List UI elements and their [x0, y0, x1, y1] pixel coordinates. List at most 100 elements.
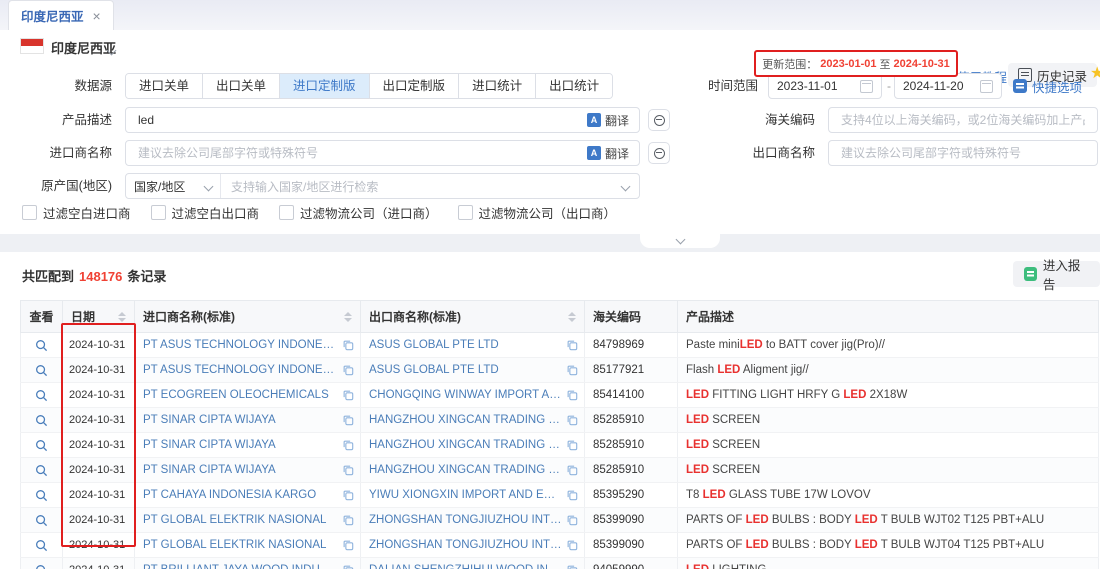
quick-options-link[interactable]: 快捷选项 — [1013, 73, 1082, 99]
importer-link[interactable]: PT GLOBAL ELEKTRIK NASIONAL — [143, 539, 338, 551]
copy-icon[interactable] — [342, 489, 354, 501]
data-source-option[interactable]: 出口定制版 — [369, 74, 459, 98]
origin-type-value: 国家/地区 — [134, 178, 185, 195]
translate-button[interactable]: 翻译 — [587, 112, 629, 129]
origin-search-input[interactable]: 支持输入国家/地区进行检索 — [221, 178, 639, 195]
data-source-option[interactable]: 进口统计 — [458, 74, 535, 98]
checkbox-icon[interactable] — [22, 205, 37, 220]
product-desc-history-button[interactable] — [648, 109, 670, 131]
checkbox-icon[interactable] — [151, 205, 166, 220]
sort-icon[interactable] — [568, 312, 576, 322]
tab-indonesia[interactable]: 印度尼西亚 × — [8, 0, 114, 31]
product-desc-cell: LED SCREEN — [678, 458, 1099, 483]
importer-link[interactable]: PT ASUS TECHNOLOGY INDONESIA BA... — [143, 364, 338, 376]
header-exporter: 出口商名称(标准) — [361, 301, 585, 333]
date-cell: 2024-10-31 — [63, 533, 135, 558]
exporter-link[interactable]: ZHONGSHAN TONGJIUZHOU INTERNA... — [369, 514, 562, 526]
copy-icon[interactable] — [566, 539, 578, 551]
filter-checkbox[interactable]: 过滤物流公司（出口商） — [458, 203, 617, 222]
translate-icon — [587, 113, 601, 127]
copy-icon[interactable] — [566, 339, 578, 351]
filter-checkbox[interactable]: 过滤空白进口商 — [22, 203, 131, 222]
copy-icon[interactable] — [342, 564, 354, 569]
copy-icon[interactable] — [342, 514, 354, 526]
table-header-row: 查看 日期 进口商名称(标准) 出口商名称(标准) 海关编码 产品描述 — [21, 301, 1099, 333]
exporter-link[interactable]: DALIAN SHENGZHIHUI WOOD INDUST... — [369, 564, 562, 569]
importer-link[interactable]: PT GLOBAL ELEKTRIK NASIONAL — [143, 514, 338, 526]
enter-report-button[interactable]: 进入报告 — [1013, 261, 1100, 287]
copy-icon[interactable] — [566, 414, 578, 426]
exporter-link[interactable]: ASUS GLOBAL PTE LTD — [369, 339, 562, 351]
data-source-option[interactable]: 进口关单 — [126, 74, 202, 98]
view-record-icon[interactable] — [35, 414, 48, 427]
hs-code-cell: 85177921 — [585, 358, 678, 383]
importer-link[interactable]: PT SINAR CIPTA WIJAYA — [143, 439, 338, 451]
view-record-icon[interactable] — [35, 364, 48, 377]
collapse-form-button[interactable] — [640, 234, 720, 248]
checkbox-icon[interactable] — [458, 205, 473, 220]
hs-code-cell: 85285910 — [585, 408, 678, 433]
importer-link[interactable]: PT BRILLIANT JAYA WOOD INDUSTRY — [143, 564, 338, 569]
copy-icon[interactable] — [566, 389, 578, 401]
checkbox-icon[interactable] — [279, 205, 294, 220]
copy-icon[interactable] — [342, 364, 354, 376]
product-desc-cell: T8 LED GLASS TUBE 17W LOVOV — [678, 483, 1099, 508]
importer-link[interactable]: PT SINAR CIPTA WIJAYA — [143, 464, 338, 476]
view-record-icon[interactable] — [35, 514, 48, 527]
chevron-down-icon[interactable] — [108, 43, 115, 57]
hs-code-input[interactable] — [839, 112, 1087, 128]
view-record-icon[interactable] — [35, 339, 48, 352]
sort-icon[interactable] — [344, 312, 352, 322]
copy-icon[interactable] — [342, 539, 354, 551]
importer-name-input[interactable] — [136, 145, 587, 161]
importer-name-label: 进口商名称 — [0, 140, 112, 166]
exporter-link[interactable]: ASUS GLOBAL PTE LTD — [369, 364, 562, 376]
hs-code-label: 海关编码 — [700, 107, 815, 133]
view-record-icon[interactable] — [35, 389, 48, 402]
product-desc-cell: LED SCREEN — [678, 408, 1099, 433]
copy-icon[interactable] — [342, 464, 354, 476]
filter-checkbox[interactable]: 过滤空白出口商 — [151, 203, 260, 222]
exporter-link[interactable]: HANGZHOU XINGCAN TRADING CO LTD — [369, 414, 562, 426]
importer-link[interactable]: PT CAHAYA INDONESIA KARGO — [143, 489, 338, 501]
exporter-name-input[interactable] — [839, 145, 1087, 161]
view-record-icon[interactable] — [35, 564, 48, 569]
copy-icon[interactable] — [566, 514, 578, 526]
filter-checkbox-group: 过滤空白进口商 过滤空白出口商过滤物流公司（进口商） 过滤物流公司（出口商） — [22, 203, 616, 222]
exporter-link[interactable]: HANGZHOU XINGCAN TRADING CO LTD — [369, 439, 562, 451]
data-source-option[interactable]: 出口统计 — [535, 74, 612, 98]
exporter-link[interactable]: CHONGQING WINWAY IMPORT AND E... — [369, 389, 562, 401]
importer-link[interactable]: PT ASUS TECHNOLOGY INDONESIA BA... — [143, 339, 338, 351]
copy-icon[interactable] — [566, 364, 578, 376]
importer-history-button[interactable] — [648, 142, 670, 164]
importer-link[interactable]: PT ECOGREEN OLEOCHEMICALS — [143, 389, 338, 401]
exporter-name-field — [828, 140, 1098, 166]
exporter-link[interactable]: HANGZHOU XINGCAN TRADING CO LTD — [369, 464, 562, 476]
data-source-option[interactable]: 进口定制版 — [279, 74, 369, 98]
favorite-star-icon[interactable]: ★ — [1090, 66, 1100, 82]
view-record-icon[interactable] — [35, 489, 48, 502]
copy-icon[interactable] — [566, 439, 578, 451]
copy-icon[interactable] — [342, 414, 354, 426]
table-row: 2024-10-31PT BRILLIANT JAYA WOOD INDUSTR… — [21, 558, 1099, 569]
product-desc-input[interactable] — [136, 112, 587, 128]
filter-checkbox[interactable]: 过滤物流公司（进口商） — [279, 203, 438, 222]
view-record-icon[interactable] — [35, 464, 48, 477]
view-record-icon[interactable] — [35, 539, 48, 552]
translate-button[interactable]: 翻译 — [587, 145, 629, 162]
sort-icon[interactable] — [118, 312, 126, 322]
copy-icon[interactable] — [342, 389, 354, 401]
copy-icon[interactable] — [566, 564, 578, 569]
data-source-option[interactable]: 出口关单 — [202, 74, 279, 98]
copy-icon[interactable] — [342, 339, 354, 351]
importer-link[interactable]: PT SINAR CIPTA WIJAYA — [143, 414, 338, 426]
copy-icon[interactable] — [342, 439, 354, 451]
copy-icon[interactable] — [566, 489, 578, 501]
view-record-icon[interactable] — [35, 439, 48, 452]
exporter-link[interactable]: YIWU XIONGXIN IMPORT AND EXPORT... — [369, 489, 562, 501]
copy-icon[interactable] — [566, 464, 578, 476]
country-name: 印度尼西亚 — [51, 38, 116, 57]
exporter-link[interactable]: ZHONGSHAN TONGJIUZHOU INTERNA... — [369, 539, 562, 551]
close-icon[interactable]: × — [93, 9, 101, 23]
origin-type-select[interactable]: 国家/地区 — [126, 174, 221, 198]
